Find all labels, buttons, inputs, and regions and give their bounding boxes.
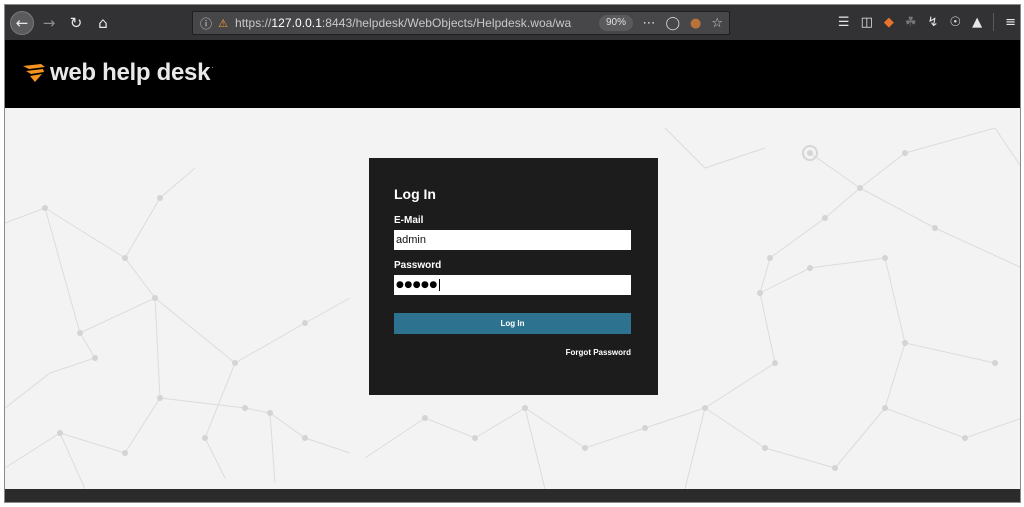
forgot-password-link[interactable]: Forgot Password: [566, 348, 631, 357]
logo-trademark: ·: [211, 62, 214, 72]
footer-bar: [5, 489, 1020, 502]
password-mask: ●●●●●: [396, 280, 438, 290]
info-icon[interactable]: ⓘ: [197, 15, 215, 32]
email-value: admin: [396, 234, 426, 246]
login-page-background: Log In E-Mail admin Password ●●●●● Log I…: [5, 108, 1020, 489]
app-header: web help desk ·: [5, 40, 1020, 108]
reload-icon[interactable]: ↻: [64, 11, 88, 35]
logo-mark-icon: [23, 64, 45, 82]
extension-hat-icon[interactable]: ▲: [972, 15, 982, 30]
extension-fox-icon[interactable]: ◆: [884, 15, 894, 30]
browser-toolbar: ← → ↻ ⌂ ⓘ ⚠ https://127.0.0.1:8443/helpd…: [5, 5, 1020, 40]
login-panel: Log In E-Mail admin Password ●●●●● Log I…: [369, 158, 658, 395]
home-icon[interactable]: ⌂: [91, 11, 115, 35]
browser-window: ← → ↻ ⌂ ⓘ ⚠ https://127.0.0.1:8443/helpd…: [4, 4, 1021, 503]
toolbar-right-icons: ☰ ◫ ◆ ☘ ↯ ☉ ▲ ≡: [838, 10, 1016, 34]
logo-text: web help desk: [50, 59, 211, 86]
email-field[interactable]: admin: [394, 230, 631, 250]
address-bar[interactable]: ⓘ ⚠ https://127.0.0.1:8443/helpdesk/WebO…: [192, 11, 730, 35]
password-label: Password: [394, 260, 442, 271]
extension-tool-icon[interactable]: ↯: [928, 15, 939, 30]
menu-icon[interactable]: ≡: [1005, 15, 1016, 30]
login-title: Log In: [394, 186, 436, 202]
account-icon[interactable]: ☉: [949, 15, 961, 30]
address-bar-actions: ⋯ ◯ ● ☆: [642, 12, 723, 34]
sidebar-icon[interactable]: ◫: [861, 15, 873, 30]
library-icon[interactable]: ☰: [838, 15, 850, 30]
pocket-icon[interactable]: ◯: [665, 16, 680, 31]
email-label: E-Mail: [394, 215, 424, 226]
password-field[interactable]: ●●●●●: [394, 275, 631, 295]
zoom-level-badge[interactable]: 90%: [599, 15, 634, 31]
page-actions-icon[interactable]: ⋯: [642, 16, 655, 31]
reader-icon[interactable]: ●: [690, 16, 701, 31]
toolbar-separator: [993, 13, 995, 31]
back-icon[interactable]: ←: [10, 10, 34, 35]
insecure-lock-icon[interactable]: ⚠: [215, 17, 231, 30]
bookmark-star-icon[interactable]: ☆: [711, 16, 723, 31]
extension-leaf-icon[interactable]: ☘: [905, 15, 917, 30]
forward-icon[interactable]: →: [37, 11, 61, 35]
login-button[interactable]: Log In: [394, 313, 631, 334]
web-help-desk-logo[interactable]: web help desk ·: [23, 59, 214, 87]
text-caret: [438, 279, 440, 291]
url-text[interactable]: https://127.0.0.1:8443/helpdesk/WebObjec…: [235, 16, 571, 30]
